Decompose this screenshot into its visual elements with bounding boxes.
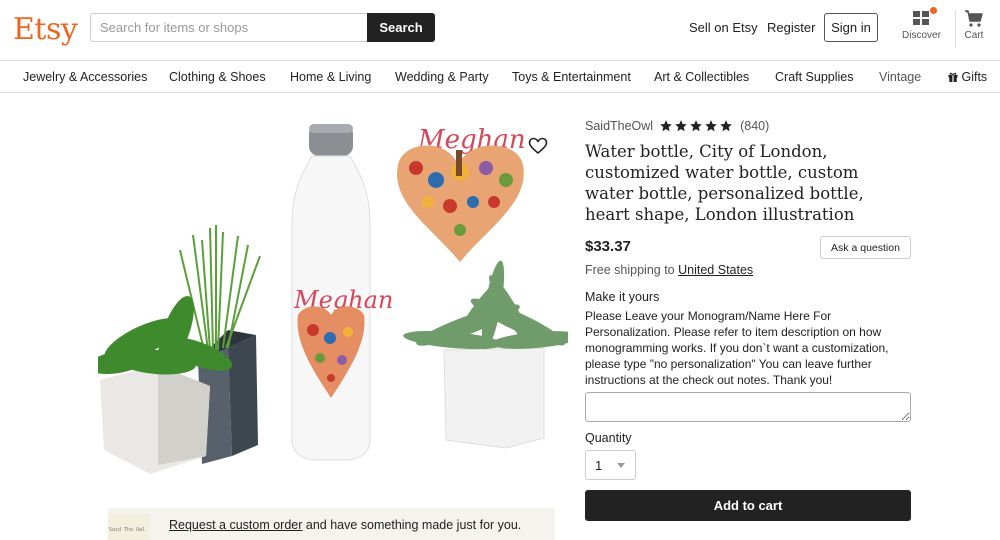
site-header: Etsy Search Sell on Etsy Register Sign i… [0,0,1000,60]
personalization-field[interactable] [585,392,911,422]
rating-stars [659,119,734,133]
discover-icon [913,11,930,25]
search-input[interactable] [90,13,368,42]
favorite-heart-icon[interactable] [528,136,548,156]
shop-rating-row: SaidTheOwl (840) [585,119,769,133]
water-bottle-illustration: Meghan [291,124,393,461]
shop-name-link[interactable]: SaidTheOwl [585,119,653,133]
nav-clothing-shoes[interactable]: Clothing & Shoes [169,70,266,84]
quantity-select[interactable]: 1 [585,450,636,480]
etsy-logo[interactable]: Etsy [13,12,78,47]
gift-icon [948,72,958,82]
cart-label: Cart [964,30,984,41]
star-icon [675,120,687,132]
category-nav: Jewelry & Accessories Clothing & Shoes H… [0,60,1000,93]
product-image[interactable]: Meghan Meghan [98,110,568,475]
nav-wedding-party[interactable]: Wedding & Party [395,70,489,84]
custom-order-text: Request a custom order and have somethin… [169,518,521,532]
nav-gifts[interactable]: Gifts [948,70,987,84]
product-price: $33.37 [585,238,631,255]
star-icon [660,120,672,132]
sign-in-button[interactable]: Sign in [824,13,878,42]
custom-order-rest-text: and have something made just for you. [302,518,522,532]
request-custom-order-link[interactable]: Request a custom order [169,518,302,532]
london-heart-illustration: Meghan [397,125,526,262]
quantity-label: Quantity [585,431,632,445]
nav-craft-supplies[interactable]: Craft Supplies [775,70,854,84]
shipping-prefix: Free shipping to [585,263,675,277]
right-plant-illustration [403,260,568,449]
product-title: Water bottle, City of London, customized… [585,142,864,224]
review-count[interactable]: (840) [740,119,769,133]
star-icon [705,120,717,132]
shipping-country-link[interactable]: United States [678,263,753,277]
header-divider [955,10,956,48]
discover-label: Discover [902,30,941,41]
chevron-down-icon [617,463,625,468]
shipping-info: Free shipping to United States [585,263,753,277]
star-icon [720,120,732,132]
notification-dot [930,7,937,14]
quantity-value: 1 [595,458,603,473]
make-it-yours-heading: Make it yours [585,290,660,304]
left-plants-illustration [98,225,261,474]
nav-gifts-label: Gifts [961,70,988,84]
ask-question-button[interactable]: Ask a question [820,236,911,259]
sell-on-etsy-link[interactable]: Sell on Etsy [689,20,758,35]
star-icon [690,120,702,132]
nav-vintage[interactable]: Vintage [879,70,921,84]
nav-toys-entertainment[interactable]: Toys & Entertainment [512,70,631,84]
nav-home-living[interactable]: Home & Living [290,70,371,84]
shop-thumbnail[interactable]: Said The Owl [108,514,150,540]
nav-jewelry-accessories[interactable]: Jewelry & Accessories [23,70,147,84]
cart-button[interactable]: Cart [964,8,984,41]
nav-art-collectibles[interactable]: Art & Collectibles [654,70,749,84]
personalization-instructions: Please Leave your Monogram/Name Here For… [585,309,889,387]
search-button[interactable]: Search [367,13,435,42]
search-bar: Search [90,13,435,42]
cart-icon [965,10,983,27]
register-link[interactable]: Register [767,20,815,35]
add-to-cart-button[interactable]: Add to cart [585,490,911,521]
